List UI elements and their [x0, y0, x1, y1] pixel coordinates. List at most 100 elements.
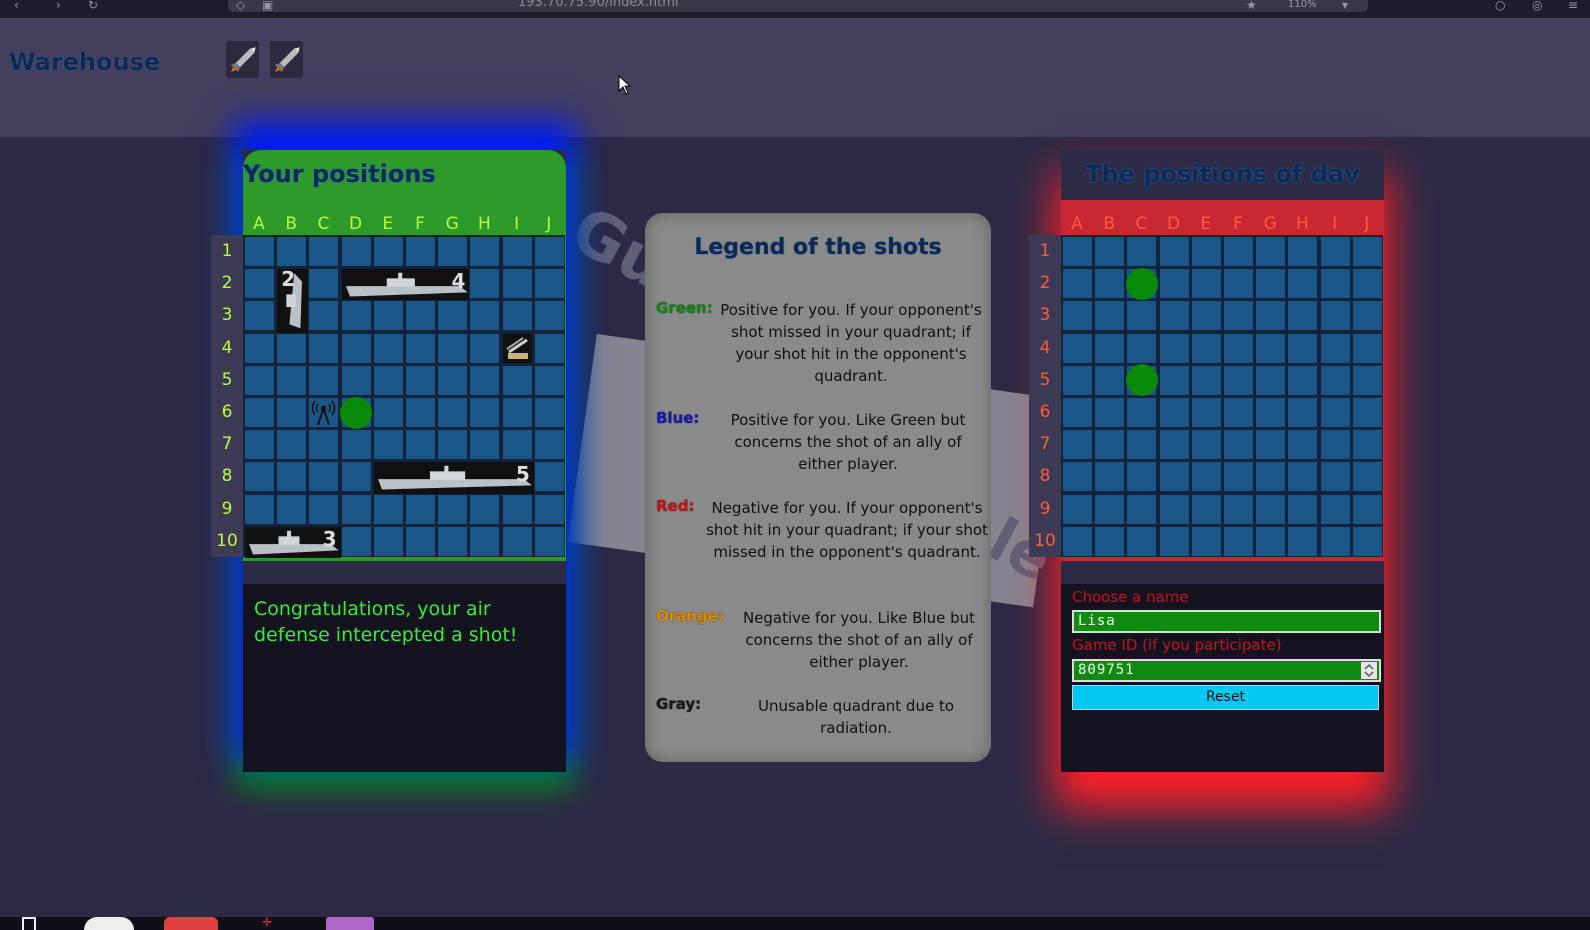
grid-cell[interactable] [1256, 494, 1286, 524]
grid-cell[interactable] [1191, 398, 1221, 427]
grid-cell[interactable] [1352, 494, 1382, 524]
grid-cell[interactable] [1320, 462, 1350, 492]
grid-cell[interactable] [1352, 269, 1382, 299]
grid-cell[interactable] [1095, 430, 1125, 460]
taskbar-app-icon[interactable] [164, 917, 218, 930]
grid-cell[interactable] [1159, 430, 1189, 460]
grid-cell[interactable] [1352, 301, 1382, 331]
grid-cell[interactable] [1191, 269, 1221, 299]
grid-cell[interactable] [1224, 398, 1253, 427]
grid-cell[interactable] [1159, 301, 1189, 331]
grid-cell[interactable] [1352, 333, 1382, 363]
grid-cell[interactable] [1127, 526, 1157, 556]
forward-icon[interactable]: › [56, 0, 61, 11]
grid-cell[interactable] [1127, 237, 1157, 266]
grid-cell[interactable] [1288, 462, 1318, 492]
grid-cell[interactable] [1352, 398, 1382, 427]
grid-cell[interactable] [1288, 333, 1318, 363]
grid-cell[interactable] [1159, 365, 1189, 395]
grid-cell[interactable] [1063, 430, 1092, 460]
spinner-icon[interactable] [1361, 662, 1377, 679]
grid-cell[interactable] [1127, 301, 1157, 331]
grid-cell[interactable] [1191, 301, 1221, 331]
reset-button[interactable]: Reset [1072, 685, 1379, 710]
star-icon[interactable]: ★ [1246, 0, 1257, 11]
grid-cell[interactable] [1320, 398, 1350, 427]
grid-cell[interactable] [1288, 526, 1318, 556]
zoom-badge[interactable]: 110% [1288, 0, 1317, 10]
grid-cell[interactable] [1256, 301, 1286, 331]
grid-cell[interactable] [1320, 237, 1350, 266]
grid-cell[interactable] [1095, 494, 1125, 524]
bookmark-icon[interactable]: ▾ [1342, 0, 1348, 11]
grid-cell[interactable] [1224, 269, 1253, 299]
grid-cell[interactable] [1063, 301, 1092, 331]
grid-cell[interactable] [1256, 526, 1286, 556]
grid-cell[interactable] [1256, 462, 1286, 492]
grid-cell[interactable] [1256, 365, 1286, 395]
grid-cell[interactable] [1095, 269, 1125, 299]
taskbar-target-icon[interactable]: ✛ [262, 916, 290, 930]
grid-cell[interactable] [1063, 365, 1092, 395]
grid-cell[interactable] [1352, 526, 1382, 556]
grid-cell[interactable] [1320, 269, 1350, 299]
grid-cell[interactable] [1191, 430, 1221, 460]
grid-cell[interactable] [1224, 237, 1253, 266]
grid-cell[interactable] [1224, 526, 1253, 556]
grid-cell[interactable] [1224, 333, 1253, 363]
grid-cell[interactable] [1320, 526, 1350, 556]
grid-cell[interactable] [1288, 237, 1318, 266]
grid-cell[interactable] [1352, 237, 1382, 266]
grid-cell[interactable] [1288, 494, 1318, 524]
grid-cell[interactable] [1063, 526, 1092, 556]
grid-cell[interactable] [1191, 365, 1221, 395]
grid-cell[interactable] [1095, 526, 1125, 556]
grid-cell[interactable] [1224, 462, 1253, 492]
extensions-icon[interactable]: ◎ [1532, 0, 1542, 11]
grid-cell[interactable] [1320, 494, 1350, 524]
grid-cell[interactable] [1191, 237, 1221, 266]
grid-cell[interactable] [1191, 462, 1221, 492]
grid-cell[interactable] [1288, 398, 1318, 427]
grid-cell[interactable] [1159, 494, 1189, 524]
grid-cell[interactable] [1095, 365, 1125, 395]
grid-cell[interactable] [1159, 526, 1189, 556]
grid-cell[interactable] [1159, 398, 1189, 427]
grid-cell[interactable] [1063, 269, 1092, 299]
grid-cell[interactable] [1256, 333, 1286, 363]
reload-icon[interactable]: ↻ [88, 0, 98, 11]
grid-cell[interactable] [1127, 430, 1157, 460]
game-id-input[interactable]: 809751 [1072, 659, 1381, 682]
grid-cell[interactable] [1159, 269, 1189, 299]
grid-cell[interactable] [1127, 398, 1157, 427]
grid-cell[interactable] [1063, 237, 1092, 266]
grid-cell[interactable] [1159, 462, 1189, 492]
grid-cell[interactable] [1320, 301, 1350, 331]
grid-cell[interactable] [1352, 430, 1382, 460]
name-input[interactable]: Lisa [1072, 610, 1381, 633]
grid-cell[interactable] [1095, 333, 1125, 363]
grid-cell[interactable] [1224, 365, 1253, 395]
grid-cell[interactable] [1320, 430, 1350, 460]
menu-icon[interactable]: ≡ [1568, 0, 1578, 11]
grid-cell[interactable] [1191, 494, 1221, 524]
grid-cell[interactable] [1095, 398, 1125, 427]
taskbar-app-icon[interactable] [326, 917, 374, 930]
grid-cell[interactable] [1159, 237, 1189, 266]
grid-cell[interactable] [1063, 398, 1092, 427]
grid-cell[interactable] [1224, 494, 1253, 524]
grid-cell[interactable] [1256, 269, 1286, 299]
grid-cell[interactable] [1224, 301, 1253, 331]
opponent-grid[interactable] [1061, 235, 1383, 557]
grid-cell[interactable] [1095, 237, 1125, 266]
grid-cell[interactable] [1256, 398, 1286, 427]
grid-cell[interactable] [1095, 301, 1125, 331]
grid-cell[interactable] [1288, 365, 1318, 395]
grid-cell[interactable] [1191, 333, 1221, 363]
grid-cell[interactable] [1320, 333, 1350, 363]
rocket-icon[interactable] [270, 41, 303, 78]
grid-cell[interactable] [1095, 462, 1125, 492]
grid-cell[interactable] [1191, 526, 1221, 556]
address-bar[interactable]: ◇ ▣ 193.70.75.90/index.html ★ 110% [228, 0, 1368, 12]
grid-cell[interactable] [1256, 237, 1286, 266]
